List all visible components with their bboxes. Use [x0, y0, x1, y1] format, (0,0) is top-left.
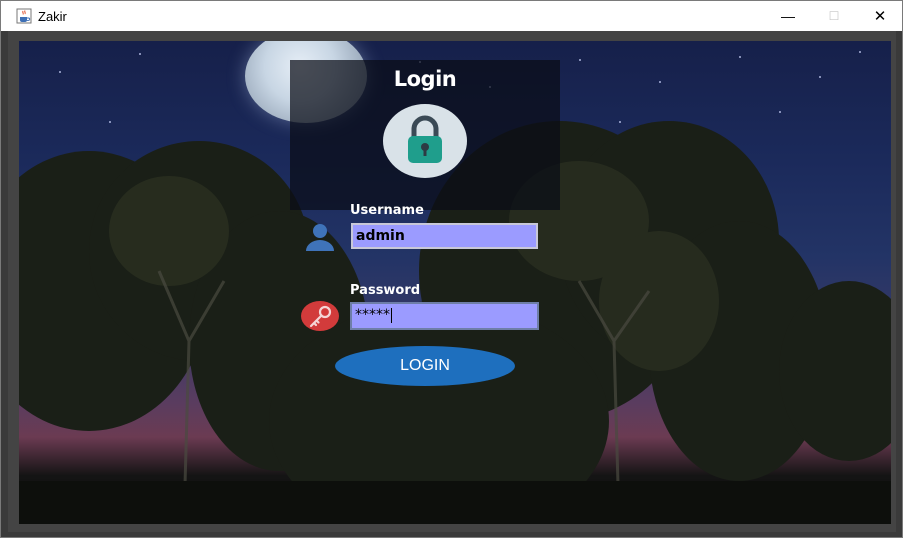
minimize-icon: — — [781, 8, 795, 24]
login-button[interactable]: LOGIN — [335, 346, 515, 386]
username-value: admin — [356, 228, 405, 244]
close-button[interactable]: ✕ — [857, 1, 903, 31]
key-icon — [301, 301, 339, 331]
username-label: Username — [350, 203, 424, 218]
padlock-icon — [408, 115, 442, 163]
login-button-label: LOGIN — [400, 357, 450, 374]
java-cup-icon — [16, 8, 32, 24]
title-bar[interactable]: Zakir — ☐ ✕ — [1, 1, 902, 31]
password-field[interactable]: ***** — [350, 302, 539, 330]
window-title: Zakir — [38, 9, 67, 24]
login-title: Login — [393, 67, 457, 91]
maximize-button[interactable]: ☐ — [811, 1, 857, 31]
close-icon: ✕ — [873, 8, 887, 25]
password-label: Password — [350, 283, 421, 298]
username-field[interactable]: admin — [351, 223, 538, 249]
user-icon — [306, 224, 334, 251]
maximize-icon: ☐ — [828, 9, 840, 23]
text-caret — [391, 307, 392, 323]
minimize-button[interactable]: — — [765, 1, 811, 31]
password-value: ***** — [355, 307, 390, 323]
